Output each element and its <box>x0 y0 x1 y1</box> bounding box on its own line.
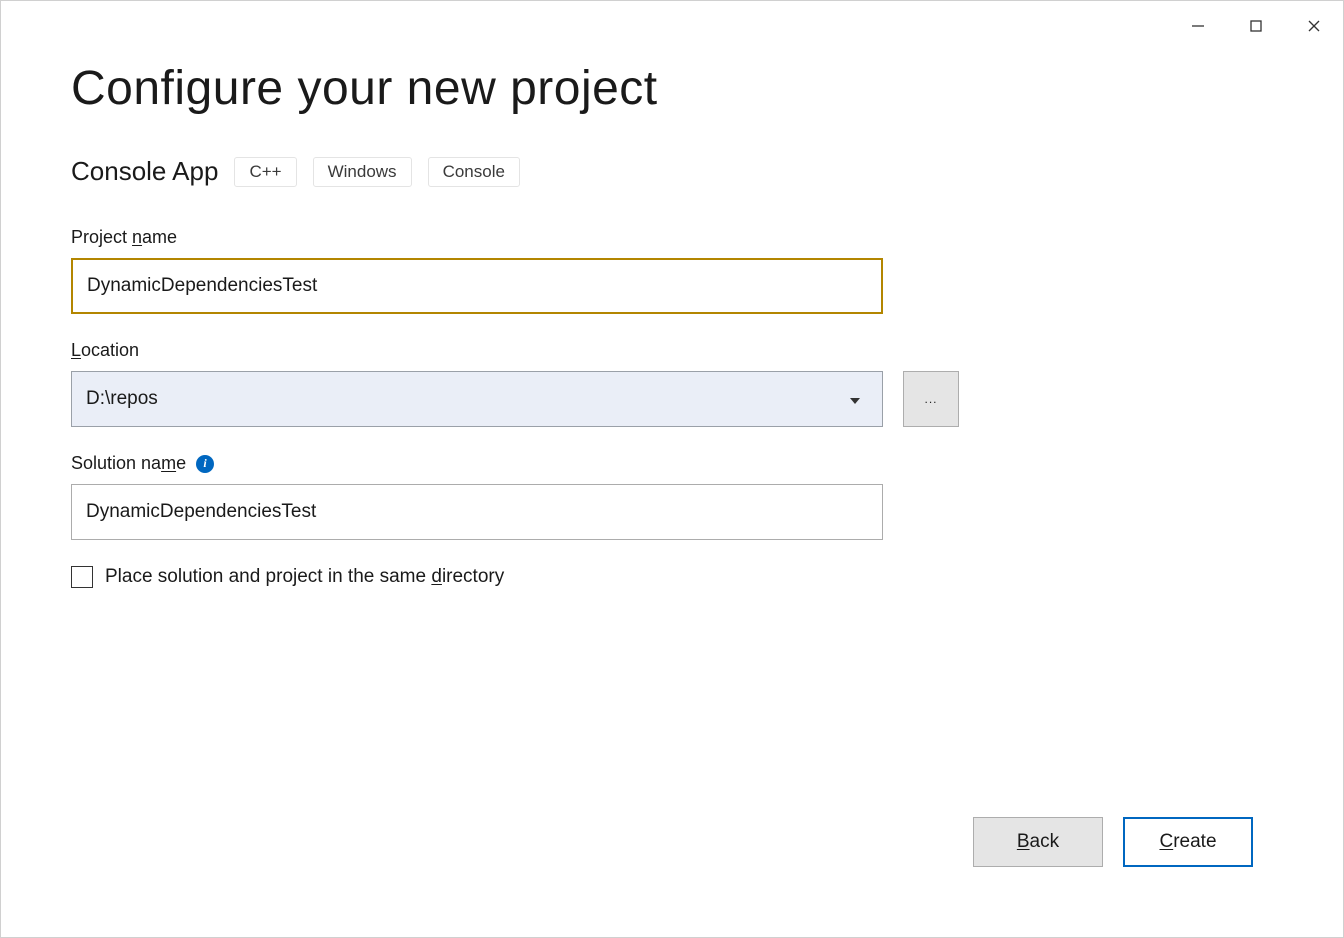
solution-name-field: Solution name i <box>71 453 1273 540</box>
same-directory-row: Place solution and project in the same d… <box>71 566 1273 588</box>
location-label: Location <box>71 340 1273 361</box>
dialog-footer: Back Create <box>973 817 1253 867</box>
chevron-down-icon <box>850 388 860 410</box>
back-button[interactable]: Back <box>973 817 1103 867</box>
template-tag: Windows <box>313 157 412 187</box>
window-controls <box>1169 1 1343 41</box>
same-directory-label: Place solution and project in the same d… <box>105 566 504 588</box>
project-name-label: Project name <box>71 227 1273 248</box>
location-value: D:\repos <box>86 388 158 410</box>
location-combobox[interactable]: D:\repos <box>71 371 883 427</box>
template-tag: C++ <box>234 157 296 187</box>
dialog-window: Configure your new project Console App C… <box>0 0 1344 938</box>
page-title: Configure your new project <box>71 61 1273 116</box>
template-tag: Console <box>428 157 520 187</box>
template-header: Console App C++ Windows Console <box>71 156 1273 187</box>
solution-name-input[interactable] <box>71 484 883 540</box>
maximize-icon <box>1249 19 1263 33</box>
minimize-button[interactable] <box>1169 11 1227 41</box>
solution-name-label: Solution name <box>71 453 186 474</box>
browse-location-button[interactable]: ... <box>903 371 959 427</box>
minimize-icon <box>1191 19 1205 33</box>
dialog-content: Configure your new project Console App C… <box>71 61 1273 837</box>
location-field: Location D:\repos ... <box>71 340 1273 427</box>
info-icon[interactable]: i <box>196 455 214 473</box>
template-name: Console App <box>71 156 218 187</box>
create-button[interactable]: Create <box>1123 817 1253 867</box>
maximize-button[interactable] <box>1227 11 1285 41</box>
close-icon <box>1307 19 1321 33</box>
same-directory-checkbox[interactable] <box>71 566 93 588</box>
project-name-field: Project name <box>71 227 1273 314</box>
close-button[interactable] <box>1285 11 1343 41</box>
ellipsis-icon: ... <box>924 392 937 406</box>
project-name-input[interactable] <box>71 258 883 314</box>
